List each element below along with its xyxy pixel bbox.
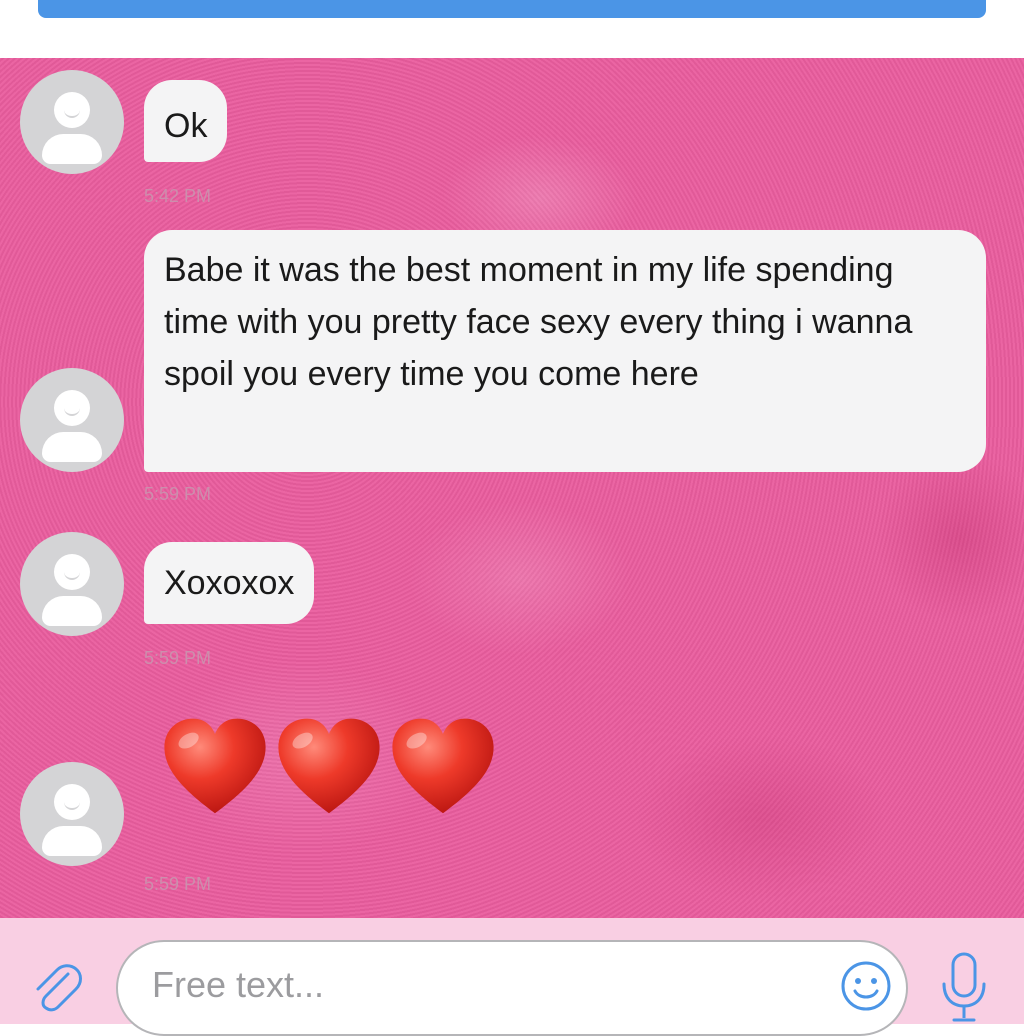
avatar-head — [54, 554, 90, 590]
message-text: Babe it was the best moment in my life s… — [164, 251, 913, 393]
avatar-body — [42, 596, 102, 626]
contact-avatar[interactable] — [20, 70, 124, 174]
message-timestamp: 5:59 PM — [144, 874, 212, 894]
contact-avatar[interactable] — [20, 762, 124, 866]
avatar-head — [54, 784, 90, 820]
message-text: Xoxoxox — [164, 564, 295, 602]
contact-avatar[interactable] — [20, 532, 124, 636]
avatar-body — [42, 826, 102, 856]
emoji-message[interactable] — [160, 712, 498, 822]
message-input-placeholder: Free text... — [152, 964, 325, 1005]
message-bubble[interactable]: Xoxoxox — [144, 542, 315, 624]
avatar-body — [42, 432, 102, 462]
message-timestamp: 5:42 PM — [144, 186, 212, 206]
microphone-icon[interactable] — [938, 950, 990, 1024]
top-action-bar[interactable] — [38, 0, 986, 18]
red-heart-icon — [278, 718, 380, 814]
red-heart-icon — [164, 718, 266, 814]
contact-avatar[interactable] — [20, 368, 124, 472]
message-bubble[interactable]: Babe it was the best moment in my life s… — [144, 230, 986, 472]
message-timestamp: 5:59 PM — [144, 484, 212, 504]
smiley-icon[interactable] — [840, 960, 892, 1012]
avatar-body — [42, 134, 102, 164]
paperclip-icon[interactable] — [28, 958, 84, 1014]
red-heart-icon — [392, 718, 494, 814]
message-bubble[interactable]: Ok — [144, 80, 228, 162]
message-text: Ok — [164, 107, 208, 145]
message-timestamp: 5:59 PM — [144, 648, 212, 668]
avatar-head — [54, 92, 90, 128]
avatar-head — [54, 390, 90, 426]
